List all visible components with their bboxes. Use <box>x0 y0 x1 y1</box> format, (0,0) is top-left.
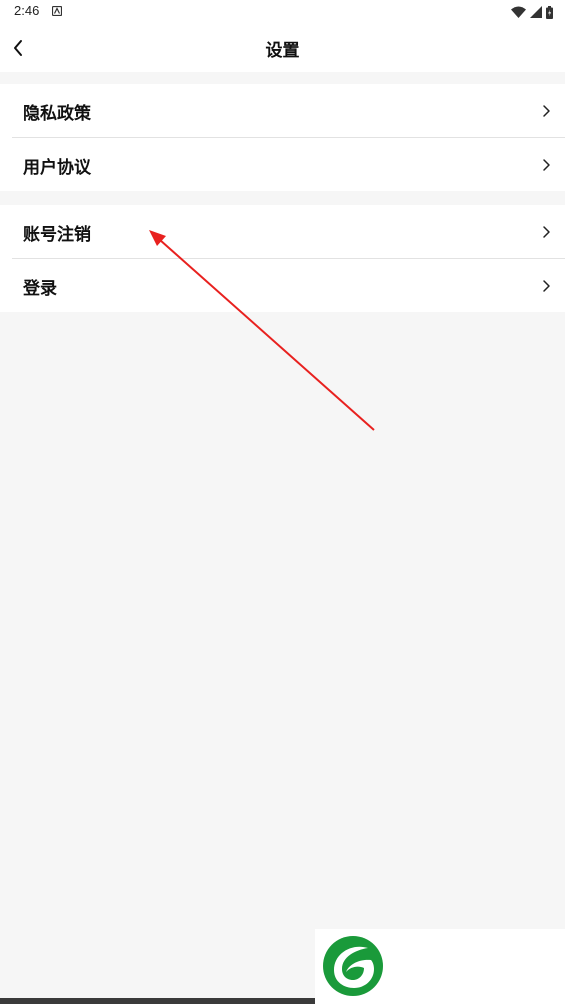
chevron-right-icon <box>543 159 550 171</box>
row-label: 用户协议 <box>23 158 91 178</box>
signal-icon <box>530 6 542 18</box>
status-bar: 2:46 <box>0 0 565 24</box>
chevron-right-icon <box>543 226 550 238</box>
wifi-icon <box>511 6 526 18</box>
system-navigation-bar <box>0 998 315 1004</box>
row-label: 登录 <box>23 279 57 299</box>
watermark-logo <box>315 929 565 1004</box>
row-label: 隐私政策 <box>23 104 91 124</box>
navigation-bar: 设置 <box>0 24 565 72</box>
settings-group-account: 账号注销 登录 <box>0 205 565 312</box>
user-agreement-row[interactable]: 用户协议 <box>12 137 565 191</box>
page-title: 设置 <box>265 41 300 61</box>
row-label: 账号注销 <box>23 225 91 245</box>
status-time: 2:46 <box>14 3 40 18</box>
chevron-right-icon <box>543 105 550 117</box>
privacy-policy-row[interactable]: 隐私政策 <box>0 84 565 137</box>
account-deletion-row[interactable]: 账号注销 <box>0 205 565 258</box>
status-icons <box>511 5 553 19</box>
battery-icon <box>546 5 553 19</box>
settings-group-legal: 隐私政策 用户协议 <box>0 84 565 191</box>
leaf-logo-icon <box>323 936 383 996</box>
chevron-right-icon <box>543 280 550 292</box>
notification-icon <box>52 6 62 16</box>
login-row[interactable]: 登录 <box>12 258 565 312</box>
